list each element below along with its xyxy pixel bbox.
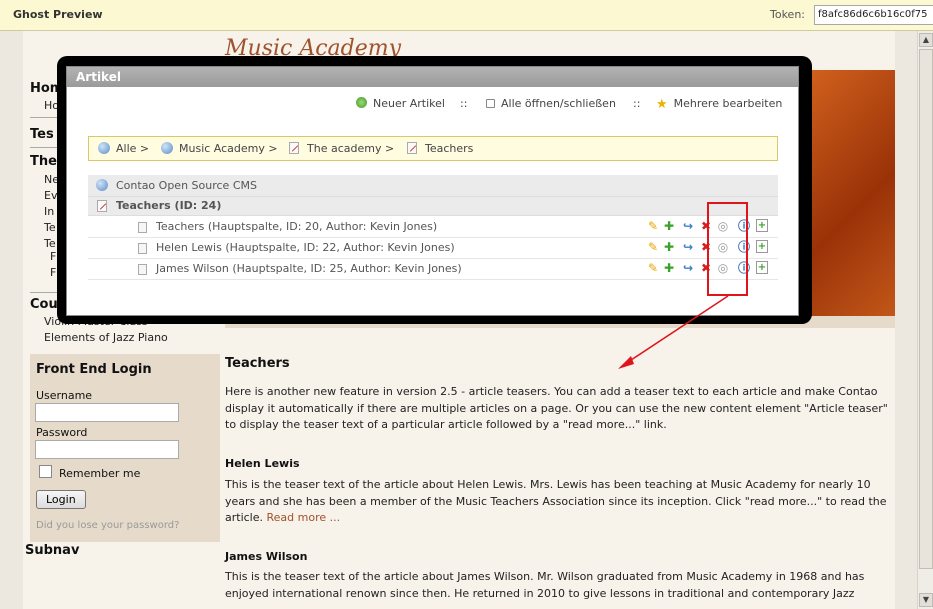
annotation-arrow bbox=[618, 295, 729, 369]
